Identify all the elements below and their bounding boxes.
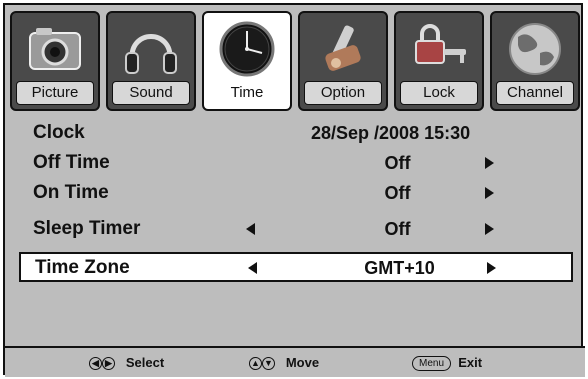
sleep-timer-value: Off [384,219,411,239]
off-time-row[interactable]: Off Time Off [5,149,585,177]
globe-icon [509,23,561,75]
down-key-icon: ▼ [262,357,275,371]
time-zone-label: Time Zone [35,257,130,278]
exit-hint-label: Exit [458,355,483,370]
tab-label: Picture [16,81,94,105]
headphones-icon [125,34,177,74]
camera-icon [29,28,81,70]
tab-bar: Picture Sound Time Option Lock Channel [10,11,580,111]
tab-time[interactable]: Time [202,11,292,111]
tab-label: Lock [400,81,478,105]
right-arrow-icon[interactable] [485,187,494,199]
right-arrow-icon[interactable] [487,262,496,274]
tab-label: Sound [112,81,190,105]
footer-hints: ◀ ▶ Select ▲ ▼ Move Menu Exit [5,346,585,377]
left-arrow-icon[interactable] [248,262,257,274]
left-arrow-icon[interactable] [246,223,255,235]
clock-row: Clock 28/Sep /2008 15:30 [5,119,585,147]
tab-channel[interactable]: Channel [490,11,580,111]
menu-key-icon: Menu [412,356,452,372]
time-zone-value: GMT+10 [364,258,435,278]
move-hint: ▲ ▼ Move [249,355,320,371]
move-hint-label: Move [285,355,320,370]
exit-hint: Menu Exit [412,355,483,372]
sleep-timer-label: Sleep Timer [33,218,141,239]
clock-value: 28/Sep /2008 15:30 [311,123,471,143]
select-hint-label: Select [125,355,165,370]
tools-icon [325,25,361,71]
tab-sound[interactable]: Sound [106,11,196,111]
up-key-icon: ▲ [249,357,262,371]
settings-menu: Picture Sound Time Option Lock Channel C… [3,3,585,377]
right-arrow-icon[interactable] [485,223,494,235]
off-time-label: Off Time [33,152,110,173]
tab-lock[interactable]: Lock [394,11,484,111]
time-zone-row[interactable]: Time Zone GMT+10 [19,252,573,282]
on-time-row[interactable]: On Time Off [5,179,585,207]
tab-option[interactable]: Option [298,11,388,111]
on-time-label: On Time [33,182,109,203]
select-hint: ◀ ▶ Select [89,355,165,371]
tab-label: Channel [496,81,574,105]
right-arrow-icon[interactable] [485,157,494,169]
clock-icon [219,21,275,77]
clock-label: Clock [33,122,85,143]
tab-picture[interactable]: Picture [10,11,100,111]
sleep-timer-row[interactable]: Sleep Timer Off [5,215,585,243]
right-key-icon: ▶ [102,357,115,371]
off-time-value: Off [384,153,411,173]
left-key-icon: ◀ [89,357,102,371]
tab-label: Option [304,81,382,105]
tab-label: Time [208,81,286,105]
lock-icon [415,24,466,64]
on-time-value: Off [384,183,411,203]
